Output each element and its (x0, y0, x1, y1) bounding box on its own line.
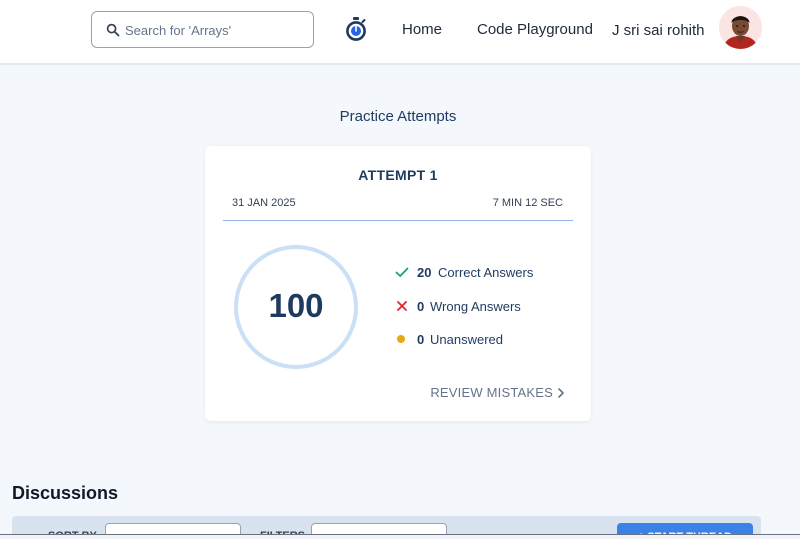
check-icon (395, 267, 409, 277)
user-photo (719, 6, 762, 49)
correct-label: Correct Answers (438, 265, 534, 280)
avatar[interactable] (719, 6, 762, 49)
dot-icon (397, 335, 405, 343)
search-icon (106, 23, 120, 37)
user-name[interactable]: J sri sai rohith (612, 22, 705, 39)
page-title: Practice Attempts (339, 108, 457, 125)
review-mistakes-label: REVIEW MISTAKES (430, 385, 553, 400)
attempt-duration: 7 MIN 12 SEC (492, 197, 563, 209)
search-box[interactable] (91, 11, 314, 48)
search-input[interactable] (125, 18, 305, 42)
divider (223, 220, 573, 221)
nav-home-link[interactable]: Home (402, 21, 442, 38)
attempt-card: ATTEMPT 1 31 JAN 2025 7 MIN 12 SEC 100 2… (205, 146, 591, 421)
discussions-heading: Discussions (12, 483, 119, 503)
wrong-label: Wrong Answers (430, 299, 521, 314)
review-mistakes-link[interactable]: REVIEW MISTAKES (430, 385, 565, 400)
top-navbar: Home Code Playground J sri sai rohith (0, 0, 800, 65)
score-value: 100 (268, 287, 324, 324)
correct-count: 20 (417, 265, 432, 280)
nav-code-playground-link[interactable]: Code Playground (477, 21, 593, 38)
attempt-date: 31 JAN 2025 (232, 197, 296, 209)
unanswered-count: 0 (417, 332, 425, 347)
attempt-title: ATTEMPT 1 (358, 167, 438, 183)
unanswered-label: Unanswered (430, 332, 503, 347)
page-bottom-edge (0, 534, 800, 539)
cross-icon (397, 301, 407, 311)
stopwatch-icon[interactable] (345, 16, 367, 42)
chevron-right-icon (558, 388, 564, 398)
wrong-count: 0 (417, 299, 425, 314)
